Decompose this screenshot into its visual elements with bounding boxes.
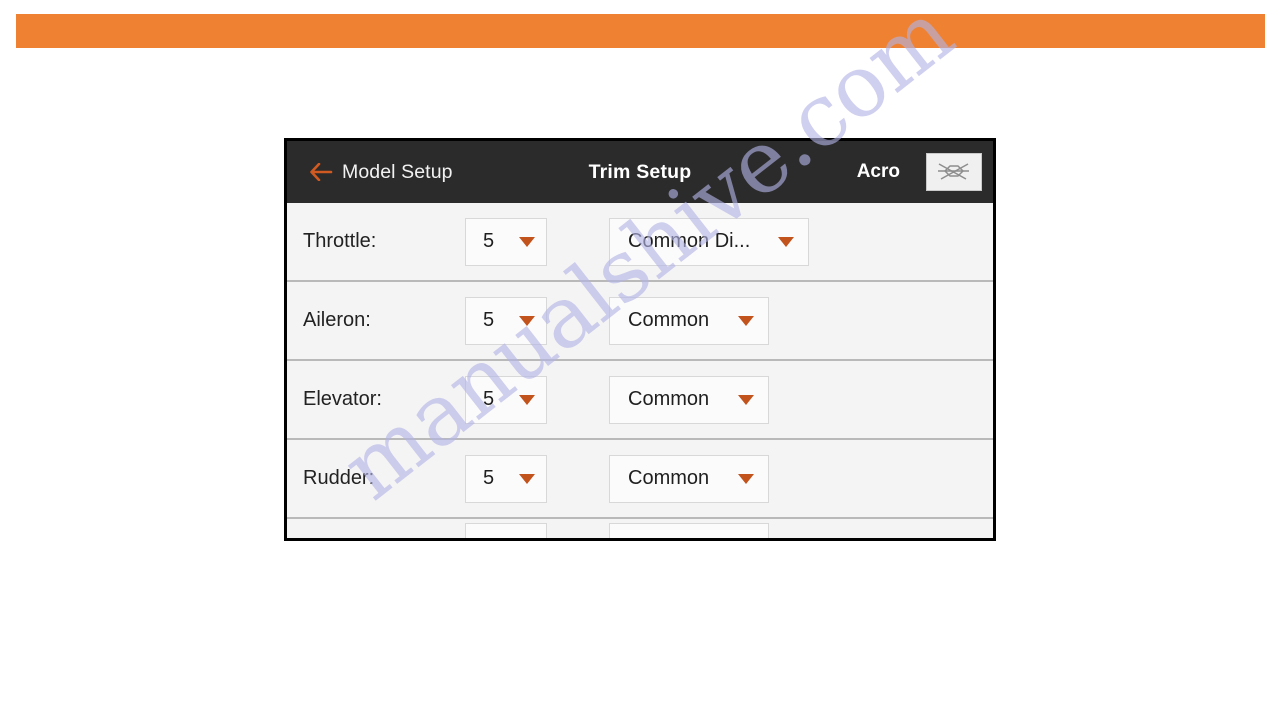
trim-step-dropdown[interactable]: 5: [465, 296, 547, 345]
trim-step-value: 5: [483, 388, 495, 410]
trim-mode-value: Common: [628, 388, 710, 410]
table-row: Rudder: 5 Common: [287, 440, 993, 519]
trim-step-value: 5: [483, 467, 495, 489]
trim-step-value: 5: [483, 309, 495, 331]
table-row: Aileron: 5 Common: [287, 282, 993, 361]
trim-step-dropdown[interactable]: 5: [465, 217, 547, 266]
trim-step-value: 5: [483, 230, 495, 252]
trim-mode-dropdown[interactable]: Common: [609, 454, 769, 503]
trim-mode-value: Common: [628, 309, 710, 331]
airplane-icon[interactable]: [926, 153, 982, 191]
trim-mode-value: Common: [628, 467, 710, 489]
trim-channel-label: Throttle:: [303, 230, 377, 252]
chevron-down-icon: [778, 236, 794, 247]
active-model-name: Acro: [856, 161, 900, 182]
device-screen-panel: Model Setup Trim Setup Acro Throttle: 5 Co…: [284, 138, 996, 541]
trim-channel-label: Elevator:: [303, 388, 382, 410]
table-row: Throttle: 5 Common Di...: [287, 203, 993, 282]
chevron-down-icon: [738, 315, 754, 326]
trim-channel-label: Rudder:: [303, 467, 375, 489]
top-orange-banner: [16, 14, 1265, 48]
trim-settings-list: Throttle: 5 Common Di... Aileron: 5 Common Ele…: [287, 203, 993, 538]
trim-step-dropdown[interactable]: [465, 523, 547, 538]
trim-channel-label: Aileron:: [303, 309, 371, 331]
chevron-down-icon: [738, 394, 754, 405]
trim-mode-dropdown[interactable]: [609, 523, 769, 538]
trim-step-dropdown[interactable]: 5: [465, 454, 547, 503]
trim-step-dropdown[interactable]: 5: [465, 375, 547, 424]
chevron-down-icon: [738, 473, 754, 484]
chevron-down-icon: [519, 473, 535, 484]
screen-titlebar: Model Setup Trim Setup Acro: [287, 141, 993, 203]
trim-mode-value: Common Di...: [628, 230, 751, 252]
chevron-down-icon: [519, 394, 535, 405]
table-row-partial: [287, 519, 993, 538]
trim-mode-dropdown[interactable]: Common Di...: [609, 217, 809, 266]
trim-mode-dropdown[interactable]: Common: [609, 375, 769, 424]
chevron-down-icon: [519, 236, 535, 247]
trim-mode-dropdown[interactable]: Common: [609, 296, 769, 345]
table-row: Elevator: 5 Common: [287, 361, 993, 440]
chevron-down-icon: [519, 315, 535, 326]
